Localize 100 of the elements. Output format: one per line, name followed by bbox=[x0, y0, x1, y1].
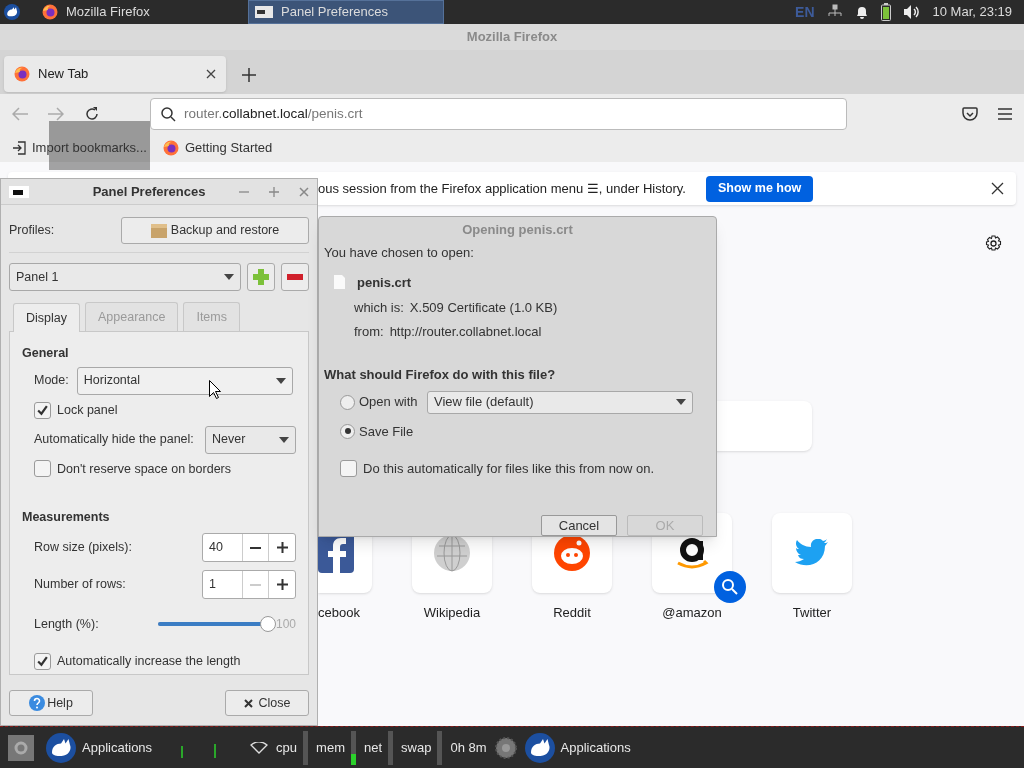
checkbox[interactable] bbox=[34, 460, 51, 478]
box-icon bbox=[150, 223, 167, 238]
new-tab-icon[interactable] bbox=[242, 68, 256, 82]
site-label: Wikipedia bbox=[423, 604, 481, 622]
site-label: Reddit bbox=[553, 604, 591, 622]
uptime: 0h 8m bbox=[450, 738, 487, 757]
spin-value: 40 bbox=[203, 534, 243, 561]
plus-icon bbox=[276, 579, 288, 590]
monitor-label: cpu bbox=[276, 738, 298, 757]
pocket-icon[interactable] bbox=[962, 106, 978, 122]
close-icon bbox=[243, 698, 253, 708]
remove-button[interactable] bbox=[281, 263, 309, 291]
settings-icon[interactable] bbox=[985, 235, 1002, 252]
window-title: Panel Preferences bbox=[91, 182, 207, 201]
type-value: X.509 Certificate (1.0 KB) bbox=[409, 299, 558, 317]
bird-icon bbox=[795, 539, 829, 567]
firefox-icon bbox=[42, 4, 58, 20]
battery-icon[interactable] bbox=[880, 3, 891, 21]
site-label: cebook bbox=[318, 604, 360, 622]
site-label: Twitter bbox=[792, 604, 832, 622]
section-heading: General bbox=[22, 345, 70, 362]
close-button[interactable]: Close bbox=[225, 690, 309, 716]
browser-tab[interactable]: New Tab bbox=[4, 56, 226, 92]
help-icon bbox=[29, 695, 46, 711]
spin-label: Row size (pixels): bbox=[34, 539, 132, 557]
spin-field[interactable]: 1 bbox=[202, 570, 296, 599]
source-value: http://router.collabnet.local bbox=[389, 322, 542, 341]
volume-icon[interactable] bbox=[902, 4, 921, 20]
dialog-button[interactable]: Cancel bbox=[541, 514, 617, 536]
tab-title: New Tab bbox=[38, 65, 90, 84]
spin-field[interactable]: 40 bbox=[202, 533, 296, 562]
window-title: Mozilla Firefox bbox=[0, 24, 1024, 50]
application-select[interactable]: View file (default) bbox=[427, 390, 693, 414]
window-icon bbox=[255, 6, 273, 18]
settings-tab[interactable]: Display bbox=[13, 303, 80, 332]
slider-handle[interactable] bbox=[260, 616, 277, 633]
site-label: @amazon bbox=[662, 604, 722, 622]
source-label: from: bbox=[354, 322, 384, 341]
autohide-label: Automatically hide the panel: bbox=[34, 431, 194, 449]
taskbar-button[interactable]: Panel Preferences bbox=[248, 0, 444, 24]
url-text: router.collabnet.local/penis.crt bbox=[184, 104, 363, 123]
mode-select[interactable]: Horizontal bbox=[76, 366, 293, 395]
bookmark-item[interactable]: Getting Started bbox=[162, 138, 273, 158]
site-tile[interactable] bbox=[772, 513, 852, 593]
backup-restore-button[interactable]: Backup and restore bbox=[121, 217, 309, 244]
show-me-how-button[interactable]: Show me how bbox=[706, 175, 814, 202]
type-label: which is: bbox=[354, 299, 404, 317]
minus-icon bbox=[249, 583, 261, 586]
monitor-label: swap bbox=[401, 738, 432, 757]
option-label: Open with bbox=[359, 393, 419, 412]
bell-icon[interactable] bbox=[854, 4, 869, 20]
spin-value: 1 bbox=[203, 571, 243, 598]
settings-icon[interactable] bbox=[8, 734, 34, 761]
plus-icon bbox=[276, 542, 288, 553]
import-icon bbox=[12, 141, 26, 155]
file-icon bbox=[334, 275, 345, 290]
applications-menu-button[interactable]: Applications bbox=[46, 732, 153, 763]
intro-text: You have chosen to open: bbox=[324, 244, 475, 262]
notification-text: ous session from the Firefox application menu ☰, under History. bbox=[318, 179, 686, 198]
caret-icon bbox=[676, 399, 686, 405]
checkbox-label: Automatically increase the length bbox=[57, 652, 241, 670]
wifi-icon[interactable] bbox=[250, 741, 269, 754]
autohide-select[interactable]: Never bbox=[205, 425, 296, 454]
checkbox[interactable] bbox=[34, 652, 51, 670]
plus-icon bbox=[253, 269, 270, 285]
checkbox[interactable] bbox=[340, 460, 357, 478]
window-icon bbox=[9, 185, 29, 198]
radio-button[interactable] bbox=[340, 423, 355, 439]
minus-icon bbox=[249, 546, 261, 549]
checkbox-label: Lock panel bbox=[57, 401, 118, 419]
help-button[interactable]: Help bbox=[9, 690, 93, 716]
menu-icon[interactable] bbox=[998, 108, 1012, 120]
question-text: What should Firefox do with this file? bbox=[324, 366, 557, 384]
close-icon[interactable] bbox=[991, 182, 1004, 195]
checkbox[interactable] bbox=[34, 401, 51, 419]
section-heading: Measurements bbox=[22, 509, 111, 527]
clock[interactable]: 10 Mar, 23:19 bbox=[932, 2, 1012, 22]
mouse-logo-icon bbox=[46, 732, 76, 763]
minus-icon bbox=[287, 274, 304, 280]
url-field[interactable]: router.collabnet.local/penis.crt bbox=[150, 98, 847, 130]
profiles-label: Profiles: bbox=[9, 222, 55, 240]
length-label: Length (%): bbox=[34, 616, 100, 633]
option-label: Save File bbox=[359, 422, 415, 441]
panel-select[interactable]: Panel 1 bbox=[9, 263, 242, 291]
mouse-logo-icon bbox=[524, 732, 555, 763]
taskbar-button[interactable]: Mozilla Firefox bbox=[36, 0, 232, 24]
reload-icon[interactable] bbox=[84, 106, 100, 122]
mode-label: Mode: bbox=[34, 372, 69, 390]
alien-face-icon bbox=[553, 534, 591, 572]
applications-menu-button[interactable]: Applications bbox=[524, 732, 631, 763]
checkbox-label: Do this automatically for files like this from now on. bbox=[363, 460, 655, 478]
help-gear-icon[interactable] bbox=[494, 736, 517, 759]
close-icon[interactable] bbox=[206, 69, 216, 79]
dialog-title: Opening penis.crt bbox=[462, 221, 573, 240]
file-name: penis.crt bbox=[357, 273, 412, 292]
firefox-icon bbox=[14, 66, 30, 82]
firefox-icon bbox=[162, 140, 179, 156]
radio-button[interactable] bbox=[340, 394, 355, 410]
caret-icon bbox=[275, 377, 286, 384]
spin-label: Number of rows: bbox=[34, 576, 126, 594]
